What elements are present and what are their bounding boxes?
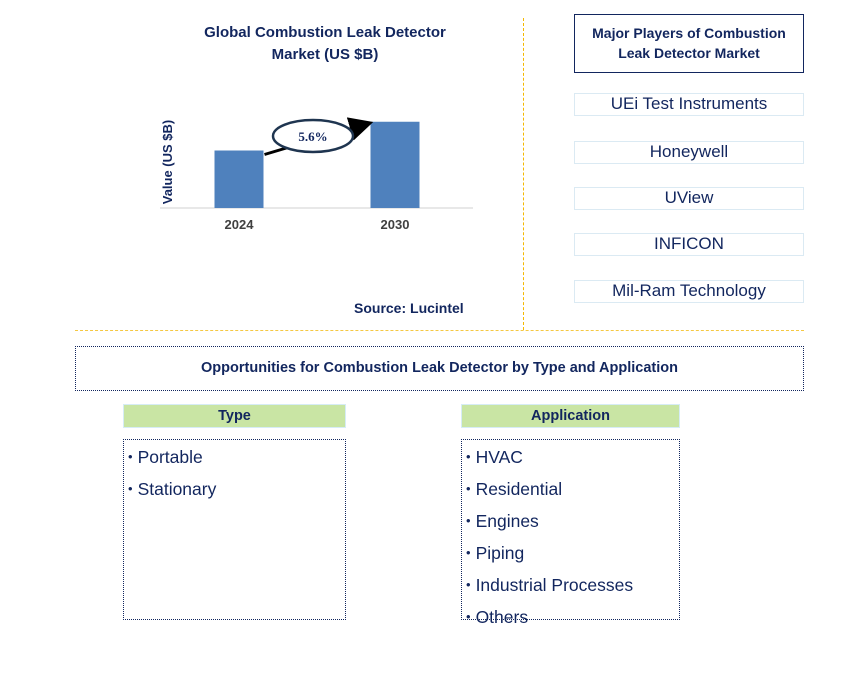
application-item: Industrial Processes [466,570,679,602]
player-item: INFICON [574,233,804,256]
bar-chart: Value (US $B) 2024 2030 5.6% [160,117,473,232]
application-item: Others [466,602,679,634]
type-item: Portable [128,442,345,474]
opportunities-title: Opportunities for Combustion Leak Detect… [75,346,804,391]
application-header: Application [461,404,680,428]
player-item: UEi Test Instruments [574,93,804,116]
application-item: HVAC [466,442,679,474]
player-item: Honeywell [574,141,804,164]
type-item: Stationary [128,474,345,506]
application-item: Residential [466,474,679,506]
application-list: HVAC Residential Engines Piping Industri… [461,439,680,627]
chart-title-line-1: Global Combustion Leak Detector [204,24,446,41]
bar-2024 [214,150,264,208]
bar-2030 [370,121,420,208]
player-item: UView [574,187,804,210]
chart-title: Global Combustion Leak Detector Market (… [170,22,480,66]
application-item: Piping [466,538,679,570]
player-item: Mil-Ram Technology [574,280,804,303]
y-axis-label: Value (US $B) [160,120,175,205]
type-header: Type [123,404,346,428]
players-title: Major Players of Combustion Leak Detecto… [574,14,804,73]
chart-title-line-2: Market (US $B) [271,46,379,63]
horizontal-divider [75,330,804,331]
cagr-label: 5.6% [298,129,327,144]
application-item: Engines [466,506,679,538]
x-tick-label: 2024 [225,217,255,232]
x-tick-label: 2030 [381,217,410,232]
vertical-divider [523,18,524,330]
source-label: Source: Lucintel [354,300,464,316]
type-list: Portable Stationary [123,439,346,620]
